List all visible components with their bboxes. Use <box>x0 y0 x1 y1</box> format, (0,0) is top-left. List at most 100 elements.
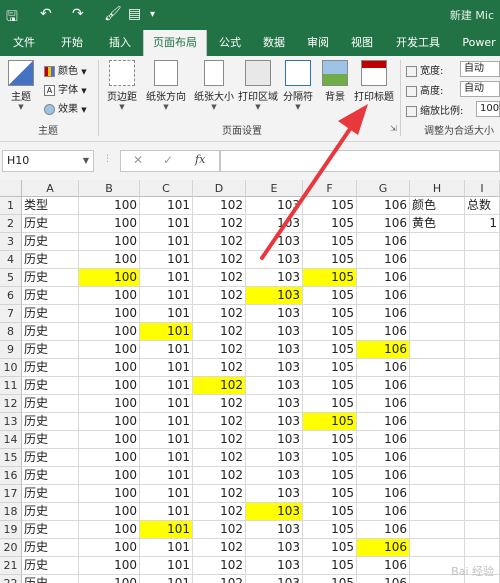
cell-i2[interactable]: 1 <box>465 215 500 233</box>
cell-e5[interactable]: 103 <box>246 269 303 287</box>
breaks-button[interactable]: 分隔符 ▼ <box>280 60 316 111</box>
size-button[interactable]: 纸张大小 ▼ <box>190 60 238 111</box>
cell-a14[interactable]: 历史 <box>22 431 79 449</box>
row-header[interactable]: 22 <box>0 575 22 583</box>
row-header[interactable]: 9 <box>0 341 22 359</box>
cell-h6[interactable] <box>410 287 465 305</box>
insert-function-icon[interactable]: fx <box>195 153 205 166</box>
cell-g3[interactable]: 106 <box>357 233 410 251</box>
cell-b21[interactable]: 100 <box>79 557 140 575</box>
cell-i16[interactable] <box>465 467 500 485</box>
orientation-button[interactable]: 纸张方向 ▼ <box>142 60 190 111</box>
cell-d14[interactable]: 102 <box>193 431 246 449</box>
cell-g5[interactable]: 106 <box>357 269 410 287</box>
row-header[interactable]: 7 <box>0 305 22 323</box>
row-header[interactable]: 18 <box>0 503 22 521</box>
tab-data[interactable]: 数据 <box>254 30 294 56</box>
cell-c11[interactable]: 101 <box>140 377 193 395</box>
cell-c10[interactable]: 101 <box>140 359 193 377</box>
cell-f15[interactable]: 105 <box>303 449 357 467</box>
column-header-f[interactable]: F <box>303 180 357 197</box>
cell-b6[interactable]: 100 <box>79 287 140 305</box>
name-box[interactable]: H10 ▼ <box>2 150 94 172</box>
cell-i11[interactable] <box>465 377 500 395</box>
cell-c12[interactable]: 101 <box>140 395 193 413</box>
cell-h9[interactable] <box>410 341 465 359</box>
cell-c9[interactable]: 101 <box>140 341 193 359</box>
cell-c4[interactable]: 101 <box>140 251 193 269</box>
cell-b7[interactable]: 100 <box>79 305 140 323</box>
cell-a5[interactable]: 历史 <box>22 269 79 287</box>
cell-g16[interactable]: 106 <box>357 467 410 485</box>
chevron-down-icon[interactable]: ▼ <box>83 151 89 171</box>
cell-c7[interactable]: 101 <box>140 305 193 323</box>
cell-f1[interactable]: 105 <box>303 197 357 215</box>
row-header[interactable]: 20 <box>0 539 22 557</box>
cell-e1[interactable]: 103 <box>246 197 303 215</box>
customize-quick-access-icon[interactable]: ▾ <box>150 9 155 20</box>
row-header[interactable]: 14 <box>0 431 22 449</box>
cell-a13[interactable]: 历史 <box>22 413 79 431</box>
cell-a3[interactable]: 历史 <box>22 233 79 251</box>
cell-i7[interactable] <box>465 305 500 323</box>
cell-b15[interactable]: 100 <box>79 449 140 467</box>
cell-b9[interactable]: 100 <box>79 341 140 359</box>
cell-d19[interactable]: 102 <box>193 521 246 539</box>
tab-page-layout[interactable]: 页面布局 <box>143 30 207 56</box>
cell-g4[interactable]: 106 <box>357 251 410 269</box>
cell-a6[interactable]: 历史 <box>22 287 79 305</box>
cell-e19[interactable]: 103 <box>246 521 303 539</box>
worksheet-grid[interactable]: A B C D E F G H I 1 类型 100 101 102 103 105 106 颜色 总数 2 历史 100… <box>0 180 500 583</box>
tab-power[interactable]: Power <box>458 30 500 56</box>
cell-i13[interactable] <box>465 413 500 431</box>
cell-h17[interactable] <box>410 485 465 503</box>
print-titles-button[interactable]: 打印标题 <box>352 60 396 103</box>
cell-a22[interactable]: 历史 <box>22 575 79 583</box>
theme-effects-button[interactable]: 效果 ▼ <box>44 100 87 115</box>
column-header-b[interactable]: B <box>79 180 140 197</box>
cell-i6[interactable] <box>465 287 500 305</box>
cell-g18[interactable]: 106 <box>357 503 410 521</box>
cell-i12[interactable] <box>465 395 500 413</box>
cell-f13[interactable]: 105 <box>303 413 357 431</box>
cell-c20[interactable]: 101 <box>140 539 193 557</box>
cell-c13[interactable]: 101 <box>140 413 193 431</box>
cell-i19[interactable] <box>465 521 500 539</box>
cell-b20[interactable]: 100 <box>79 539 140 557</box>
background-button[interactable]: 背景 <box>318 60 352 103</box>
cell-d16[interactable]: 102 <box>193 467 246 485</box>
cell-e15[interactable]: 103 <box>246 449 303 467</box>
row-header[interactable]: 4 <box>0 251 22 269</box>
cell-f3[interactable]: 105 <box>303 233 357 251</box>
page-setup-dialog-launcher-icon[interactable]: ⇲ <box>390 124 397 133</box>
cell-b10[interactable]: 100 <box>79 359 140 377</box>
cell-i8[interactable] <box>465 323 500 341</box>
cell-d20[interactable]: 102 <box>193 539 246 557</box>
cell-h11[interactable] <box>410 377 465 395</box>
cell-f8[interactable]: 105 <box>303 323 357 341</box>
cell-e21[interactable]: 103 <box>246 557 303 575</box>
cell-c2[interactable]: 101 <box>140 215 193 233</box>
row-header[interactable]: 3 <box>0 233 22 251</box>
cell-f17[interactable]: 105 <box>303 485 357 503</box>
cell-c5[interactable]: 101 <box>140 269 193 287</box>
cell-h5[interactable] <box>410 269 465 287</box>
cell-f16[interactable]: 105 <box>303 467 357 485</box>
column-header-a[interactable]: A <box>22 180 79 197</box>
drag-handle-icon[interactable]: ⋮ <box>103 154 112 164</box>
cell-b2[interactable]: 100 <box>79 215 140 233</box>
cell-c18[interactable]: 101 <box>140 503 193 521</box>
cell-b1[interactable]: 100 <box>79 197 140 215</box>
cell-i10[interactable] <box>465 359 500 377</box>
cell-e3[interactable]: 103 <box>246 233 303 251</box>
cell-i4[interactable] <box>465 251 500 269</box>
cell-a8[interactable]: 历史 <box>22 323 79 341</box>
cell-d15[interactable]: 102 <box>193 449 246 467</box>
row-header[interactable]: 13 <box>0 413 22 431</box>
cell-e2[interactable]: 103 <box>246 215 303 233</box>
undo-icon[interactable]: ↶ <box>40 6 52 22</box>
cell-a21[interactable]: 历史 <box>22 557 79 575</box>
column-header-g[interactable]: G <box>357 180 410 197</box>
cell-b14[interactable]: 100 <box>79 431 140 449</box>
cell-c8[interactable]: 101 <box>140 323 193 341</box>
